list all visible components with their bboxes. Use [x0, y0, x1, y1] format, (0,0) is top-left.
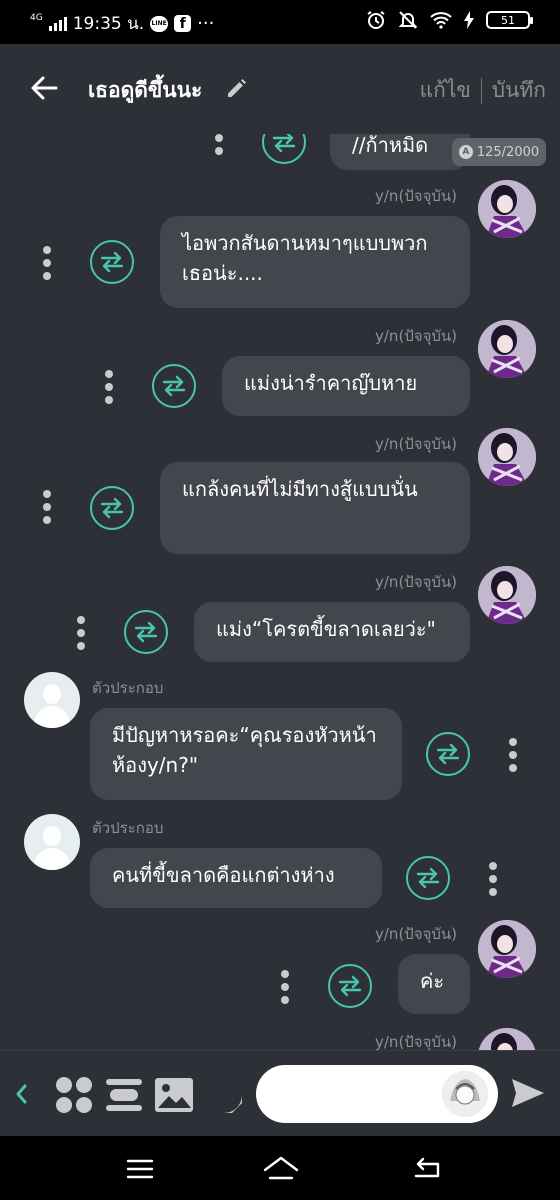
chat-area[interactable]: //ก้าหมิด A 125/2000 y/n(ปัจจุบัน) ไอพวกส…	[0, 134, 560, 1050]
message-bubble[interactable]: แม่งน่ารำคาญ๊บหาย	[222, 356, 470, 416]
more-vertical-icon[interactable]	[214, 134, 224, 168]
battery-icon: 51	[486, 11, 533, 29]
message-bubble[interactable]: ค่ะ	[398, 954, 470, 1014]
menu-icon[interactable]	[106, 1077, 142, 1113]
charging-icon	[464, 11, 474, 29]
more-vertical-icon[interactable]	[488, 862, 498, 896]
message-text: มีปัญหาหรอคะ“คุณรองหัวหน้าห้องy/n?"	[112, 723, 377, 777]
edit-button[interactable]: แก้ไข	[420, 74, 471, 107]
more-vertical-icon[interactable]	[104, 370, 114, 404]
recent-apps-icon[interactable]	[126, 1158, 154, 1180]
sticker-preview[interactable]	[442, 1071, 488, 1117]
swap-icon[interactable]	[426, 732, 470, 776]
more-vertical-icon[interactable]	[76, 616, 86, 650]
message-text: แม่ง“โครตขี้ขลาดเลยว่ะ"	[216, 617, 436, 641]
more-vertical-icon[interactable]	[42, 490, 52, 524]
character-counter: A 125/2000	[452, 138, 546, 166]
avatar[interactable]	[478, 920, 536, 978]
sticker-icon[interactable]	[204, 1075, 244, 1115]
avatar[interactable]	[478, 1028, 536, 1050]
message-text: แกล้งคนที่ไม่มีทางสู้แบบนั่น	[182, 477, 418, 501]
avatar[interactable]	[24, 672, 80, 728]
avatar[interactable]	[478, 566, 536, 624]
swap-icon[interactable]	[406, 856, 450, 900]
swap-icon[interactable]	[90, 240, 134, 284]
sender-name: y/n(ปัจจุบัน)	[375, 573, 458, 591]
alarm-icon	[367, 11, 385, 29]
message-bubble[interactable]: แกล้งคนที่ไม่มีทางสู้แบบนั่น	[160, 462, 470, 554]
avatar[interactable]	[24, 814, 80, 870]
home-icon[interactable]	[262, 1154, 300, 1182]
counter-text: 125/2000	[476, 144, 540, 160]
avatar[interactable]	[478, 428, 536, 486]
sender-name: y/n(ปัจจุบัน)	[375, 925, 458, 943]
message-bubble[interactable]: ไอพวกสันดานหมาๆแบบพวกเธอน่ะ....	[160, 216, 470, 308]
save-button[interactable]: บันทึก	[492, 74, 546, 107]
grid-icon[interactable]	[54, 1075, 94, 1115]
status-bar: 4G 19:35 น. LINE f ··· 51	[0, 0, 560, 44]
message-bubble[interactable]: แม่ง“โครตขี้ขลาดเลยว่ะ"	[194, 602, 470, 662]
back-arrow-icon[interactable]	[28, 72, 60, 104]
sender-name: y/n(ปัจจุบัน)	[375, 327, 458, 345]
swap-icon[interactable]	[328, 964, 372, 1008]
navigation-bar	[0, 1136, 560, 1200]
chevron-left-icon[interactable]	[14, 1083, 28, 1105]
swap-icon[interactable]	[90, 486, 134, 530]
swap-icon[interactable]	[262, 134, 306, 164]
sender-name: y/n(ปัจจุบัน)	[375, 1033, 458, 1050]
more-notifications: ···	[197, 13, 215, 34]
pencil-icon[interactable]	[225, 76, 249, 100]
sender-name: y/n(ปัจจุบัน)	[375, 435, 458, 453]
message-text: คนที่ขี้ขลาดคือแกต่างห่าง	[112, 863, 335, 887]
sender-name: y/n(ปัจจุบัน)	[375, 187, 458, 205]
input-bar	[0, 1050, 560, 1136]
swap-icon[interactable]	[152, 364, 196, 408]
a-icon: A	[458, 145, 473, 159]
mute-icon	[398, 11, 418, 29]
line-app-icon: LINE	[150, 15, 169, 32]
status-time: 19:35 น.	[72, 14, 145, 34]
wifi-icon	[430, 12, 452, 29]
send-icon[interactable]	[510, 1077, 546, 1109]
message-text: //ก้าหมิด	[352, 134, 429, 157]
network-type: 4G	[30, 13, 43, 23]
message-bubble[interactable]: คนที่ขี้ขลาดคือแกต่างห่าง	[90, 848, 382, 908]
avatar[interactable]	[478, 180, 536, 238]
more-vertical-icon[interactable]	[280, 970, 290, 1004]
message-bubble[interactable]: มีปัญหาหรอคะ“คุณรองหัวหน้าห้องy/n?"	[90, 708, 402, 800]
divider	[480, 77, 482, 104]
swap-icon[interactable]	[124, 610, 168, 654]
message-text: แม่งน่ารำคาญ๊บหาย	[244, 371, 418, 395]
more-vertical-icon[interactable]	[42, 246, 52, 280]
message-text: ค่ะ	[420, 969, 445, 993]
more-vertical-icon[interactable]	[508, 738, 518, 772]
message-bubble[interactable]: //ก้าหมิด	[330, 134, 470, 170]
chat-title: เธอดูดีขึ้นนะ	[88, 78, 203, 102]
signal-icon	[48, 16, 67, 31]
facebook-app-icon: f	[174, 15, 192, 32]
image-icon[interactable]	[154, 1075, 194, 1115]
sender-name: ตัวประกอบ	[92, 679, 164, 697]
chat-header: เธอดูดีขึ้นนะ แก้ไข บันทึก	[0, 44, 560, 134]
avatar[interactable]	[478, 320, 536, 378]
back-icon[interactable]	[412, 1156, 442, 1182]
message-text: ไอพวกสันดานหมาๆแบบพวกเธอน่ะ....	[182, 231, 428, 285]
sender-name: ตัวประกอบ	[92, 819, 164, 837]
